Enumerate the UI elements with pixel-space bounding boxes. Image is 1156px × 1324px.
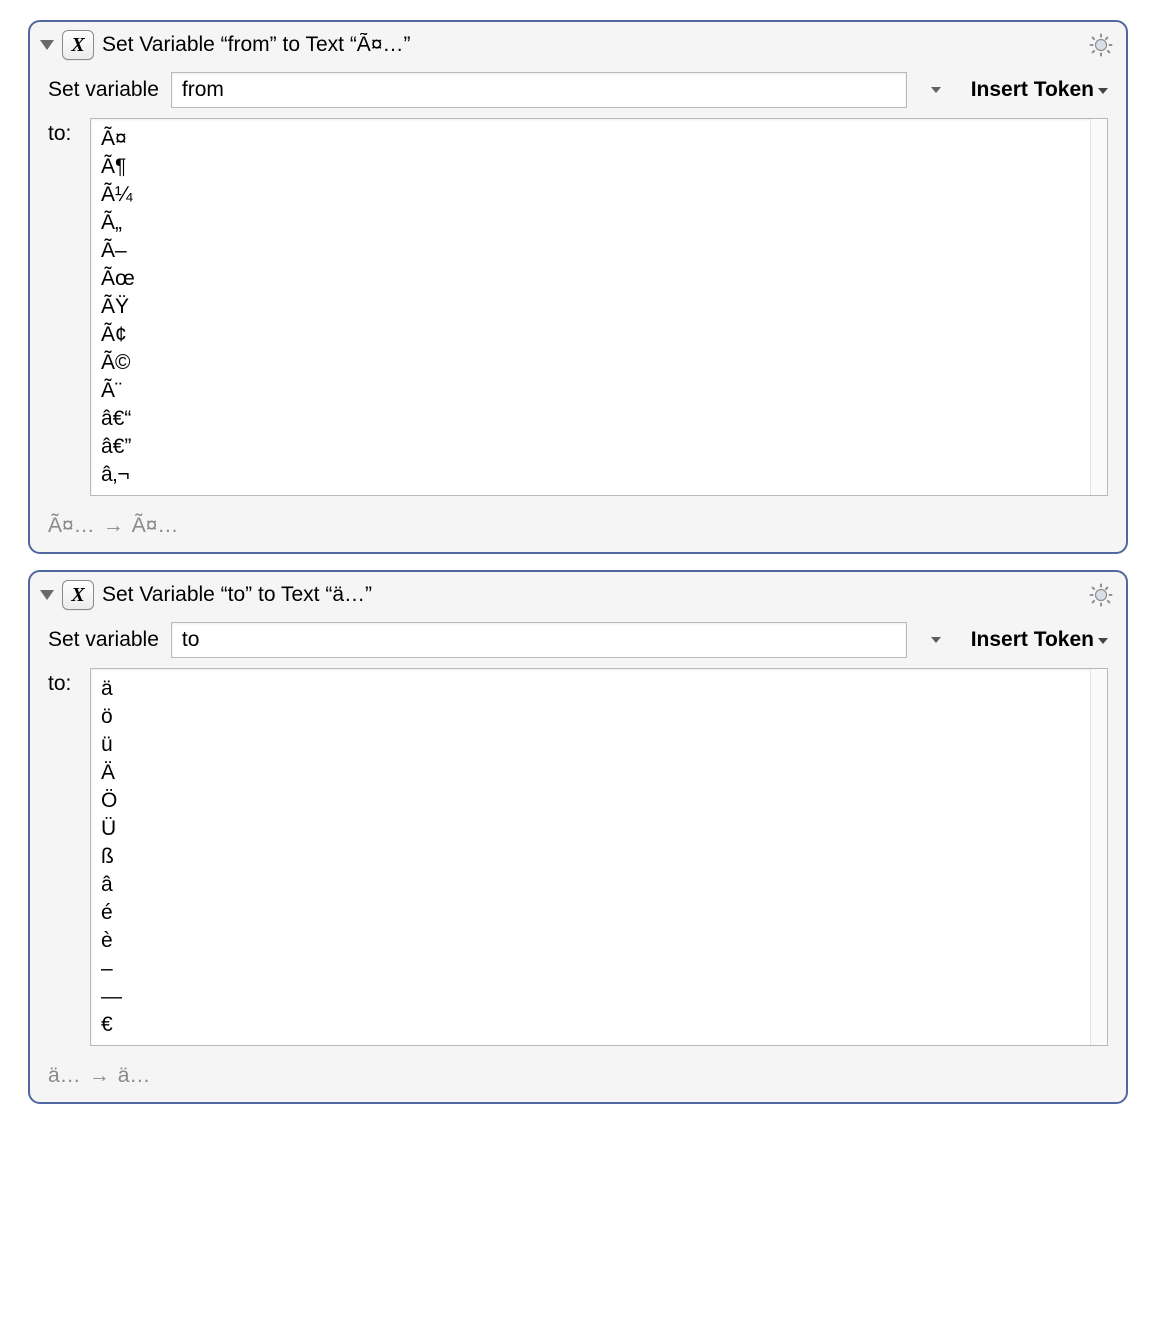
variable-name-value: to	[182, 628, 200, 652]
chevron-down-icon[interactable]	[931, 87, 941, 93]
preview-from: ä…	[48, 1064, 81, 1088]
insert-token-label: Insert Token	[971, 78, 1094, 102]
gear-icon[interactable]	[1088, 32, 1114, 58]
arrow-right-icon: →	[89, 1064, 110, 1088]
to-text-content: Ã¤ Ã¶ Ã¼ Ã„ Ã– Ãœ ÃŸ Ã¢ Ã© Ã¨ â€“ â€” â‚…	[91, 119, 1090, 495]
disclosure-triangle-icon[interactable]	[40, 590, 54, 600]
action-preview: ä… → ä…	[30, 1056, 1126, 1102]
to-text-input[interactable]: Ã¤ Ã¶ Ã¼ Ã„ Ã– Ãœ ÃŸ Ã¢ Ã© Ã¨ â€“ â€” â‚…	[90, 118, 1108, 496]
action-title: Set Variable “to” to Text “ä…”	[100, 583, 1082, 607]
chevron-down-icon[interactable]	[931, 637, 941, 643]
action-preview: Ã¤… → Ã¤…	[30, 506, 1126, 552]
scrollbar[interactable]	[1090, 669, 1107, 1045]
to-text-content: ä ö ü Ä Ö Ü ß â é è – — €	[91, 669, 1090, 1045]
insert-token-button[interactable]: Insert Token	[971, 78, 1108, 102]
action-header: X Set Variable “to” to Text “ä…”	[30, 572, 1126, 616]
to-label: to:	[48, 118, 78, 146]
chevron-down-icon	[1098, 88, 1108, 94]
variable-action-icon: X	[62, 580, 94, 610]
chevron-down-icon	[1098, 638, 1108, 644]
to-row: to: ä ö ü Ä Ö Ü ß â é è – — €	[48, 668, 1108, 1046]
preview-from: Ã¤…	[48, 514, 95, 538]
action-set-variable: X Set Variable “to” to Text “ä…”	[28, 570, 1128, 1104]
gear-icon[interactable]	[1088, 582, 1114, 608]
preview-to: ä…	[118, 1064, 151, 1088]
disclosure-triangle-icon[interactable]	[40, 40, 54, 50]
variable-action-icon: X	[62, 30, 94, 60]
set-variable-label: Set variable	[48, 78, 159, 102]
preview-to: Ã¤…	[132, 514, 179, 538]
to-text-input[interactable]: ä ö ü Ä Ö Ü ß â é è – — €	[90, 668, 1108, 1046]
action-set-variable: X Set Variable “from” to Text “Ã¤…”	[28, 20, 1128, 554]
set-variable-row: Set variable to Insert Token	[48, 622, 1108, 658]
variable-name-select[interactable]: to	[171, 622, 907, 658]
arrow-right-icon: →	[103, 514, 124, 538]
set-variable-label: Set variable	[48, 628, 159, 652]
action-body: Set variable from Insert Token to: Ã¤ Ã¶…	[30, 66, 1126, 506]
set-variable-row: Set variable from Insert Token	[48, 72, 1108, 108]
variable-name-value: from	[182, 78, 224, 102]
action-body: Set variable to Insert Token to: ä ö ü Ä…	[30, 616, 1126, 1056]
to-row: to: Ã¤ Ã¶ Ã¼ Ã„ Ã– Ãœ ÃŸ Ã¢ Ã© Ã¨ â€“ â€…	[48, 118, 1108, 496]
insert-token-label: Insert Token	[971, 628, 1094, 652]
scrollbar[interactable]	[1090, 119, 1107, 495]
action-header: X Set Variable “from” to Text “Ã¤…”	[30, 22, 1126, 66]
action-title: Set Variable “from” to Text “Ã¤…”	[100, 33, 1082, 57]
insert-token-button[interactable]: Insert Token	[971, 628, 1108, 652]
to-label: to:	[48, 668, 78, 696]
variable-name-select[interactable]: from	[171, 72, 907, 108]
